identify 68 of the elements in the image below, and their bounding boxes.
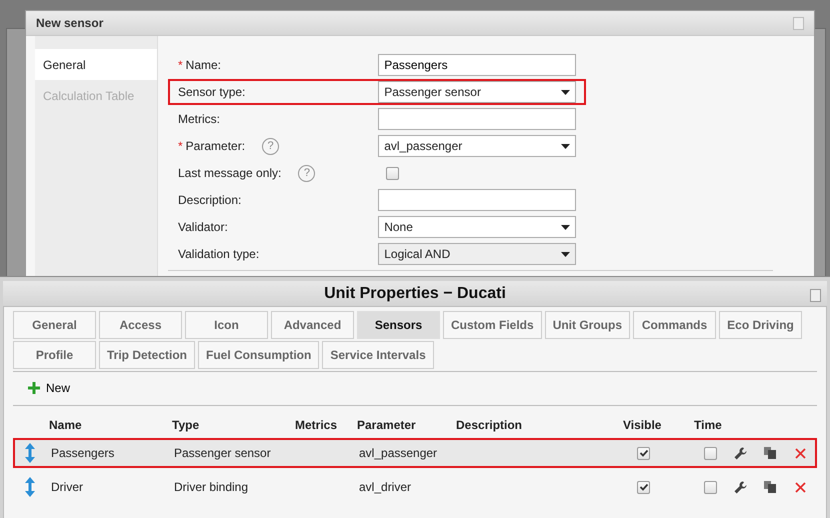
field-label: Validation type: xyxy=(178,247,260,261)
table-row[interactable]: Passengers Passenger sensor avl_passenger xyxy=(13,438,817,468)
input-field[interactable] xyxy=(378,189,576,211)
checkbox[interactable] xyxy=(704,480,717,494)
wrench-icon[interactable] xyxy=(734,446,746,460)
field-label: Validator: xyxy=(178,220,228,234)
dropdown[interactable]: avl_passenger xyxy=(378,135,576,157)
dropdown[interactable]: None xyxy=(378,216,576,238)
field-label: Description: xyxy=(178,193,242,207)
delete-icon[interactable] xyxy=(794,482,806,492)
tab[interactable]: Custom Fields xyxy=(443,311,542,339)
tab[interactable]: Commands xyxy=(633,311,716,339)
caret-icon[interactable] xyxy=(561,90,570,94)
window-title: Unit Properties − Ducati xyxy=(324,284,506,302)
table-cell-text: Passengers xyxy=(50,446,116,460)
copy-icon[interactable] xyxy=(764,447,776,459)
wrench-icon[interactable] xyxy=(734,480,746,494)
column-header: Time xyxy=(693,418,723,432)
drag-handle-icon[interactable] xyxy=(25,477,35,497)
maximize-icon[interactable] xyxy=(810,289,821,302)
checkbox[interactable] xyxy=(637,480,650,494)
field-label: Sensor type: xyxy=(178,85,246,99)
field-label: Name: xyxy=(186,58,222,72)
tab[interactable]: Sensors xyxy=(357,311,440,339)
column-header: Metrics xyxy=(294,418,338,432)
column-header: Name xyxy=(48,418,83,432)
table-cell-text: avl_passenger xyxy=(358,446,438,460)
table-cell-text: Passenger sensor xyxy=(173,446,272,460)
tab[interactable]: Access xyxy=(99,311,182,339)
help-icon[interactable]: ? xyxy=(298,164,316,182)
tab[interactable]: Profile xyxy=(13,341,96,369)
field-label: Metrics: xyxy=(178,112,220,126)
column-header: Description xyxy=(455,418,524,432)
tab[interactable]: General xyxy=(13,311,96,339)
tab[interactable]: Advanced xyxy=(271,311,354,339)
dropdown[interactable]: Passenger sensor xyxy=(378,81,576,103)
copy-icon[interactable] xyxy=(764,481,776,493)
field-label: Parameter: xyxy=(186,139,246,153)
table-cell-text: Driver binding xyxy=(173,480,250,494)
caret-icon[interactable] xyxy=(561,224,570,230)
tab[interactable]: Icon xyxy=(185,311,268,339)
caret-icon[interactable] xyxy=(561,144,570,148)
input-field[interactable]: Passengers xyxy=(378,54,576,76)
nav-tab[interactable]: General xyxy=(35,49,157,80)
column-header: Parameter xyxy=(356,418,417,432)
new-button[interactable]: New xyxy=(13,372,70,404)
plus-icon xyxy=(28,382,40,394)
required-mark: * xyxy=(178,139,183,153)
drag-handle-icon[interactable] xyxy=(25,443,35,463)
table-row[interactable]: Driver Driver binding avl_driver xyxy=(13,472,817,502)
tab[interactable]: Service Intervals xyxy=(322,341,434,369)
delete-icon[interactable] xyxy=(794,448,806,458)
dialog-title: New sensor xyxy=(36,16,104,30)
required-mark: * xyxy=(178,58,183,72)
checkbox[interactable] xyxy=(704,446,717,460)
table-cell-text: Driver xyxy=(50,480,84,494)
tab[interactable]: Unit Groups xyxy=(544,311,630,339)
input-field[interactable] xyxy=(378,108,576,130)
column-header: Type xyxy=(171,418,200,432)
tab[interactable]: Fuel Consumption xyxy=(198,341,320,369)
checkbox[interactable] xyxy=(637,446,650,460)
field-label: Last message only: xyxy=(178,166,282,180)
checkbox[interactable] xyxy=(386,166,399,180)
table-cell-text: avl_driver xyxy=(358,480,412,494)
column-header: Visible xyxy=(622,418,662,432)
tab[interactable]: Eco Driving xyxy=(719,311,802,339)
tab[interactable]: Trip Detection xyxy=(99,341,196,369)
help-icon[interactable]: ? xyxy=(262,138,280,154)
